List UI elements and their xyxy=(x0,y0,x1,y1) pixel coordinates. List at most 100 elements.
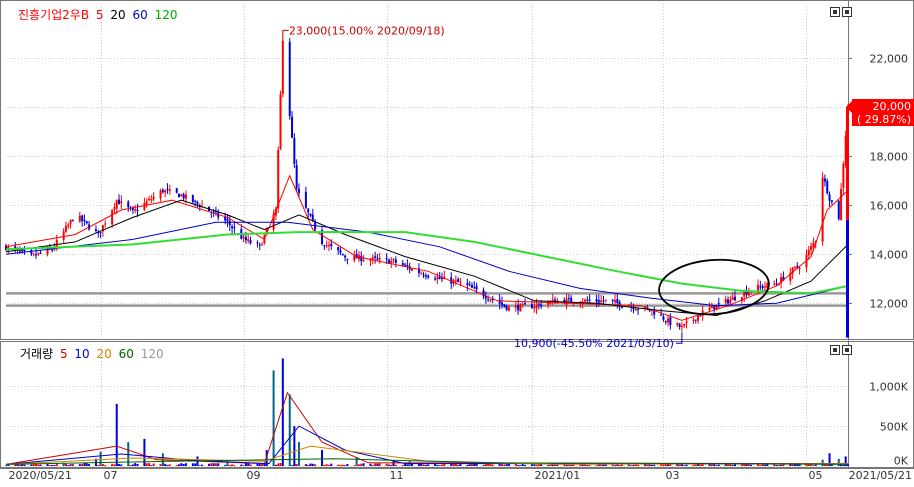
candle-body xyxy=(178,193,181,198)
volume-bar xyxy=(713,464,716,466)
chart-frame: 12,00014,00016,00018,00020,00022,0000K50… xyxy=(0,0,914,483)
volume-bar xyxy=(330,463,333,466)
candle-body xyxy=(611,299,614,301)
volume-bar xyxy=(743,464,746,466)
candle-body xyxy=(422,274,425,276)
candle-body xyxy=(793,266,796,268)
candle-body xyxy=(597,300,600,303)
candle-body xyxy=(194,200,197,202)
candle-body xyxy=(600,300,603,302)
volume-bar xyxy=(420,464,423,466)
candle-body xyxy=(586,299,589,301)
price-range-bar-up xyxy=(846,107,849,220)
candle-body xyxy=(457,279,460,283)
volume-bar xyxy=(466,464,469,466)
candle-body xyxy=(685,321,688,324)
candle-body xyxy=(341,253,344,256)
current-price-change: ( 29.87%) xyxy=(857,113,911,126)
volume-bar xyxy=(184,463,187,466)
candle-body xyxy=(104,223,107,225)
volume-bar xyxy=(210,463,213,466)
candle-body xyxy=(62,231,65,240)
volume-bar xyxy=(387,464,390,466)
candle-body xyxy=(249,240,252,244)
volume-bar xyxy=(344,465,347,466)
candle-body xyxy=(420,273,423,275)
volume-panel-maximize-button[interactable] xyxy=(830,345,840,355)
volume-spike xyxy=(115,403,118,466)
candle-body xyxy=(327,245,330,247)
candle-body xyxy=(821,177,824,242)
candle-body xyxy=(168,189,171,192)
volume-bar xyxy=(773,464,776,466)
volume-bar xyxy=(247,463,250,466)
volume-bar xyxy=(131,464,134,466)
volume-bar xyxy=(443,463,446,466)
candle-body xyxy=(424,275,427,277)
candle-body xyxy=(337,247,340,251)
candle-body xyxy=(64,225,67,232)
candle-body xyxy=(113,207,116,210)
volume-bar xyxy=(178,464,181,466)
candle-body xyxy=(662,316,665,320)
candle-body xyxy=(620,306,623,308)
candle-body xyxy=(281,41,284,94)
volume-bar xyxy=(524,464,527,466)
candle-body xyxy=(842,163,845,188)
volume-bar xyxy=(39,464,42,466)
volume-bar xyxy=(129,464,132,466)
volume-bar xyxy=(360,463,363,466)
volume-bar xyxy=(341,464,344,466)
price-tick-label: 16,000 xyxy=(870,200,909,213)
candle-body xyxy=(840,188,843,220)
candle-body xyxy=(297,188,300,194)
volume-bar xyxy=(291,465,294,466)
vol-ma10: 10 xyxy=(74,347,90,361)
candle-body xyxy=(394,259,397,263)
candle-body xyxy=(120,201,123,204)
volume-panel-close-button[interactable] xyxy=(842,345,852,355)
volume-bar xyxy=(274,464,277,466)
candle-body xyxy=(360,256,363,262)
candle-body xyxy=(182,194,185,199)
volume-bar xyxy=(401,465,404,466)
x-tick-label: 2021/01 xyxy=(535,469,581,482)
volume-bar xyxy=(194,463,197,466)
candle-body xyxy=(371,257,374,260)
candle-body xyxy=(39,252,42,254)
volume-bar xyxy=(5,465,7,466)
candle-body xyxy=(256,242,259,244)
volume-bar xyxy=(660,464,663,466)
volume-title: 거래량 xyxy=(20,347,54,361)
volume-bar xyxy=(37,464,40,466)
current-price-label: 20,000 xyxy=(873,100,912,113)
candle-body xyxy=(277,149,280,209)
candle-body xyxy=(83,219,86,221)
candle-body xyxy=(664,321,667,323)
candle-body xyxy=(385,258,388,260)
candle-body xyxy=(524,303,527,305)
price-panel-close-button[interactable] xyxy=(842,7,852,17)
price-panel-maximize-button[interactable] xyxy=(830,7,840,17)
volume-bar xyxy=(249,464,252,466)
candle-body xyxy=(761,286,764,289)
candle-body xyxy=(295,165,298,189)
high-annotation: 23,000(15.00% 2020/09/18) xyxy=(289,24,445,37)
volume-spike xyxy=(297,442,300,466)
candle-body xyxy=(602,300,605,302)
candle-body xyxy=(507,307,510,311)
candle-body xyxy=(99,232,102,234)
volume-bar xyxy=(136,463,139,466)
candle-body xyxy=(309,213,312,216)
volume-bar xyxy=(240,464,243,466)
volume-bar xyxy=(632,465,635,466)
candle-body xyxy=(667,318,670,323)
volume-bar xyxy=(180,463,183,466)
volume-bar xyxy=(406,464,409,466)
candle-body xyxy=(530,304,533,309)
volume-bar xyxy=(51,464,54,466)
candle-body xyxy=(69,219,72,224)
candle-body xyxy=(161,189,164,193)
volume-bar xyxy=(323,464,326,466)
candle-body xyxy=(34,254,37,256)
